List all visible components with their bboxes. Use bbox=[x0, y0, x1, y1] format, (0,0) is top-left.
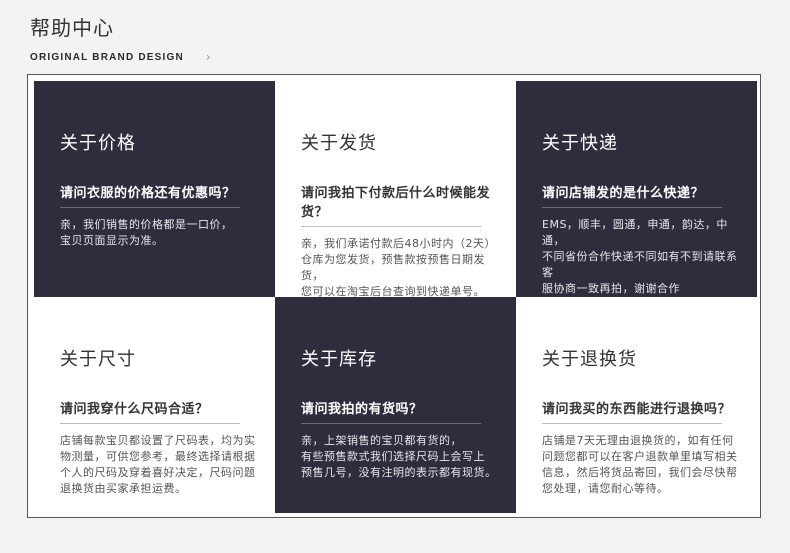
card-answer: 店铺每款宝贝都设置了尺码表，均为实 物测量，可供您参考，最终选择请根据 个人的尺… bbox=[60, 434, 256, 495]
card-question: 请问我拍的有货吗？ bbox=[301, 402, 423, 417]
card-title: 关于库存 bbox=[301, 349, 377, 370]
card-answer: 亲，上架销售的宝贝都有货的， 有些预售款式我们选择尺码上会写上 预售几号，没有注… bbox=[301, 434, 497, 479]
card-question: 请问店铺发的是什么快递？ bbox=[542, 186, 705, 201]
card-title: 关于价格 bbox=[60, 133, 136, 154]
card-size: 关于尺寸 请问我穿什么尺码合适？ 店铺每款宝贝都设置了尺码表，均为实 物测量，可… bbox=[34, 297, 275, 513]
divider bbox=[60, 423, 240, 424]
divider bbox=[542, 207, 722, 208]
card-shipping: 关于发货 请问我拍下付款后什么时候能发货？ 亲，我们承诺付款后48小时内（2天）… bbox=[275, 81, 516, 298]
page-header: 帮助中心 ORIGINAL BRAND DESIGN › bbox=[30, 12, 211, 63]
brand-subtitle: ORIGINAL BRAND DESIGN bbox=[30, 51, 184, 63]
divider bbox=[60, 207, 240, 208]
divider bbox=[301, 423, 481, 424]
help-grid: 关于价格 请问衣服的价格还有优惠吗？ 亲，我们销售的价格都是一口价， 宝贝页面显… bbox=[27, 74, 761, 518]
card-returns: 关于退换货 请问我买的东西能进行退换吗？ 店铺是7天无理由退换货的，如有任何 问… bbox=[516, 297, 757, 513]
page-title: 帮助中心 bbox=[30, 16, 114, 40]
card-title: 关于尺寸 bbox=[60, 349, 136, 370]
card-question: 请问衣服的价格还有优惠吗？ bbox=[60, 186, 236, 201]
card-answer: 亲，我们销售的价格都是一口价， 宝贝页面显示为准。 bbox=[60, 218, 233, 247]
card-question: 请问我拍下付款后什么时候能发货？ bbox=[301, 186, 491, 220]
card-stock: 关于库存 请问我拍的有货吗？ 亲，上架销售的宝贝都有货的， 有些预售款式我们选择… bbox=[275, 297, 516, 513]
card-question: 请问我穿什么尺码合适？ bbox=[60, 402, 209, 417]
card-price: 关于价格 请问衣服的价格还有优惠吗？ 亲，我们销售的价格都是一口价， 宝贝页面显… bbox=[34, 81, 275, 297]
chevron-right-icon: › bbox=[205, 50, 211, 64]
card-title: 关于退换货 bbox=[542, 349, 637, 370]
card-answer: 亲，我们承诺付款后48小时内（2天） 仓库为您发货，预售款按预售日期发货， 您可… bbox=[301, 237, 496, 298]
subtitle-row: ORIGINAL BRAND DESIGN › bbox=[30, 51, 211, 63]
card-answer: EMS，顺丰，圆通，申通，韵达，中通， 不同省份合作快递不同如有不到请联系客 服… bbox=[542, 218, 738, 295]
card-courier: 关于快递 请问店铺发的是什么快递？ EMS，顺丰，圆通，申通，韵达，中通， 不同… bbox=[516, 81, 757, 297]
card-title: 关于快递 bbox=[542, 133, 618, 154]
divider bbox=[542, 423, 722, 424]
divider bbox=[301, 226, 481, 227]
card-title: 关于发货 bbox=[301, 133, 377, 154]
card-question: 请问我买的东西能进行退换吗？ bbox=[542, 402, 732, 417]
card-answer: 店铺是7天无理由退换货的，如有任何 问题您都可以在客户退款单里填写相关 信息，然… bbox=[542, 434, 738, 495]
